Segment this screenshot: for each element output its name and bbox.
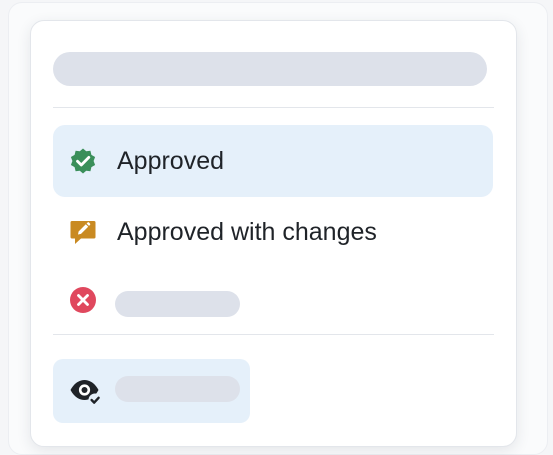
- search-input-placeholder[interactable]: [53, 52, 487, 86]
- eye-check-icon: [69, 377, 103, 407]
- divider: [53, 334, 494, 335]
- x-circle-icon: [69, 286, 97, 314]
- menu-item-approved[interactable]: Approved: [53, 125, 493, 197]
- menu-item-label: Approved with changes: [117, 218, 377, 246]
- watch-button[interactable]: [53, 359, 250, 423]
- watch-label-placeholder: [115, 376, 240, 402]
- verified-check-icon: [69, 147, 97, 175]
- menu-item-approved-with-changes[interactable]: Approved with changes: [53, 196, 493, 268]
- review-status-menu: Approved Approved with changes: [30, 20, 517, 447]
- divider: [53, 107, 494, 108]
- edit-comment-icon: [69, 218, 97, 246]
- menu-item-label-placeholder: [115, 291, 240, 317]
- menu-item-reject[interactable]: [53, 268, 493, 332]
- menu-item-label: Approved: [117, 147, 225, 175]
